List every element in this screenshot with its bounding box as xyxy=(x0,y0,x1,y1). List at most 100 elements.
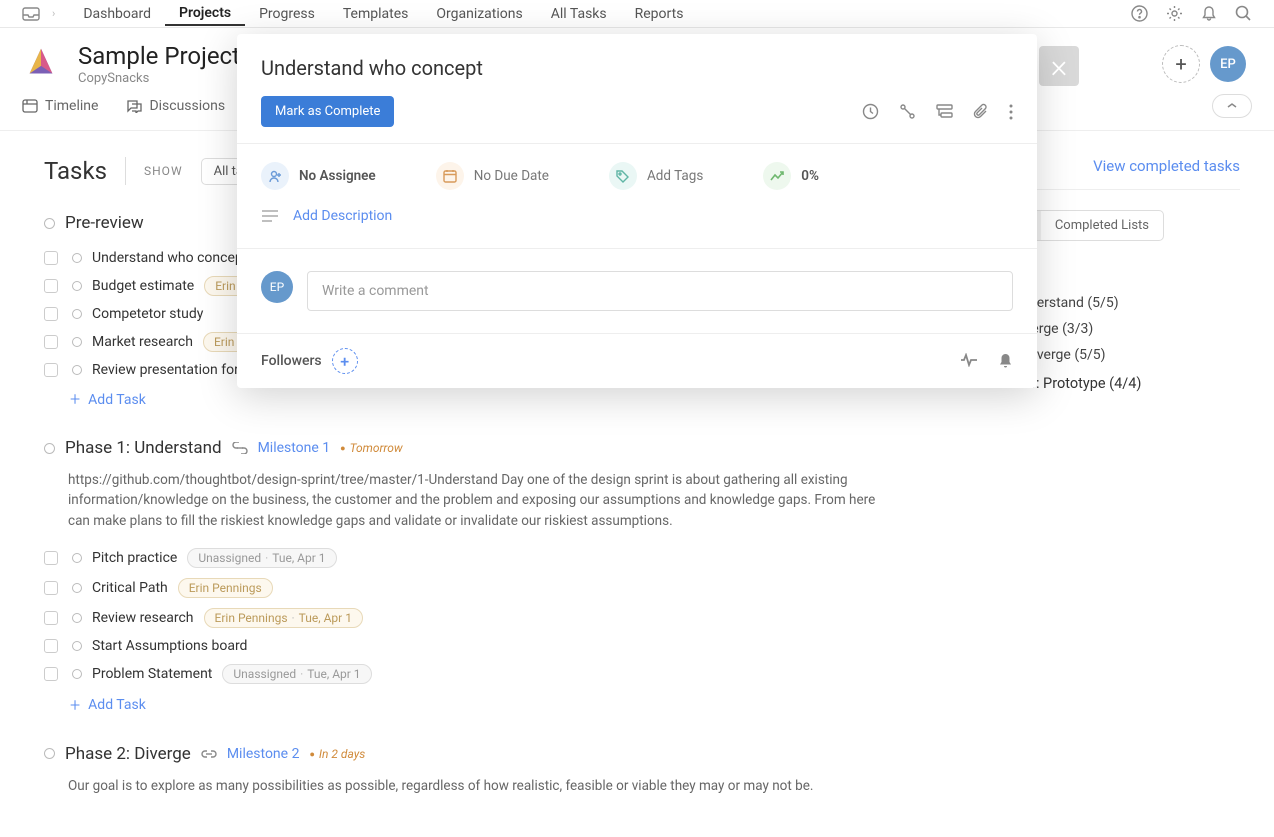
mark-complete-button[interactable]: Mark as Complete xyxy=(261,96,394,127)
progress-value: 0% xyxy=(801,168,819,184)
project-org: CopySnacks xyxy=(78,71,240,86)
add-task-button[interactable]: +Add Task xyxy=(70,389,954,410)
show-label: SHOW xyxy=(144,164,183,178)
nav-projects[interactable]: Projects xyxy=(165,1,245,26)
task-status-dot xyxy=(72,553,82,563)
section-status-dot xyxy=(44,218,55,229)
section-title[interactable]: Phase 2: Diverge xyxy=(65,744,191,764)
add-member-button[interactable]: + xyxy=(1162,45,1200,83)
more-icon[interactable] xyxy=(1009,104,1013,120)
task-status-dot xyxy=(72,641,82,651)
chevron-right-icon: › xyxy=(52,7,55,20)
add-description-link[interactable]: Add Description xyxy=(293,208,392,224)
task-checkbox[interactable] xyxy=(44,667,58,681)
task-title: Pitch practice xyxy=(92,550,177,566)
assignee-value: No Assignee xyxy=(299,168,376,184)
task-checkbox[interactable] xyxy=(44,551,58,565)
bell-icon[interactable] xyxy=(998,353,1013,369)
add-follower-button[interactable]: + xyxy=(332,348,358,374)
tab-timeline[interactable]: Timeline xyxy=(22,98,98,114)
task-checkbox[interactable] xyxy=(44,611,58,625)
task-row[interactable]: Start Assumptions board xyxy=(44,633,954,659)
task-status-dot xyxy=(72,337,82,347)
task-checkbox[interactable] xyxy=(44,363,58,377)
task-title: Market research xyxy=(92,334,193,350)
nav-reports[interactable]: Reports xyxy=(621,2,698,26)
nav-organizations[interactable]: Organizations xyxy=(422,2,536,26)
task-detail-modal: × Understand who concept Mark as Complet… xyxy=(237,34,1037,388)
task-checkbox[interactable] xyxy=(44,251,58,265)
subtask-icon[interactable] xyxy=(936,104,953,119)
task-row[interactable]: Problem Statement Unassigned·Tue, Apr 1 xyxy=(44,659,954,689)
task-row[interactable]: Review researchErin Pennings·Tue, Apr 1 xyxy=(44,603,954,633)
task-title: Problem Statement xyxy=(92,666,212,682)
inbox-icon[interactable] xyxy=(22,7,40,21)
task-checkbox[interactable] xyxy=(44,279,58,293)
task-row[interactable]: Critical PathErin Pennings xyxy=(44,573,954,603)
followers-label: Followers xyxy=(261,353,322,369)
due-date-field[interactable]: No Due Date xyxy=(436,162,549,190)
task-checkbox[interactable] xyxy=(44,335,58,349)
timeline-icon xyxy=(22,99,38,113)
assignee-chip[interactable]: Erin Pennings xyxy=(178,578,273,598)
task-checkbox[interactable] xyxy=(44,639,58,653)
tasks-heading: Tasks xyxy=(44,157,107,185)
due-badge: In 2 days xyxy=(309,747,365,761)
nav-templates[interactable]: Templates xyxy=(329,2,423,26)
nav-dashboard[interactable]: Dashboard xyxy=(69,2,165,26)
section-title[interactable]: Phase 1: Understand xyxy=(65,438,222,458)
section-status-dot xyxy=(44,748,55,759)
task-row[interactable]: Pitch practice Unassigned·Tue, Apr 1 xyxy=(44,543,954,573)
tab-discussions-label: Discussions xyxy=(149,98,225,114)
assignee-chip[interactable]: Unassigned·Tue, Apr 1 xyxy=(222,664,371,684)
add-task-button[interactable]: +Add Task xyxy=(70,695,954,716)
attachment-icon[interactable] xyxy=(973,103,989,120)
assignee-field[interactable]: No Assignee xyxy=(261,162,376,190)
milestone-link[interactable]: Milestone 2 xyxy=(227,746,300,762)
user-avatar[interactable]: EP xyxy=(1210,46,1246,82)
task-title: Start Assumptions board xyxy=(92,638,247,654)
task-checkbox[interactable] xyxy=(44,581,58,595)
task-status-dot xyxy=(72,669,82,679)
task-title: Understand who concept xyxy=(92,250,247,266)
clock-icon[interactable] xyxy=(862,103,879,120)
list-tab-completed[interactable]: Completed Lists xyxy=(1041,211,1163,240)
project-logo xyxy=(22,45,60,83)
chat-icon xyxy=(126,99,142,113)
bell-icon[interactable] xyxy=(1201,5,1217,22)
description-icon xyxy=(261,209,279,223)
comment-input[interactable]: Write a comment xyxy=(307,271,1013,311)
task-checkbox[interactable] xyxy=(44,307,58,321)
task-title: Budget estimate xyxy=(92,278,194,294)
trend-icon xyxy=(763,162,791,190)
section-phase-1: Phase 1: Understand Milestone 1 Tomorrow… xyxy=(44,438,954,716)
tags-field[interactable]: Add Tags xyxy=(609,162,703,190)
close-button[interactable]: × xyxy=(1045,52,1073,80)
add-task-label: Add Task xyxy=(88,697,146,713)
tab-discussions[interactable]: Discussions xyxy=(126,98,225,114)
nav-progress[interactable]: Progress xyxy=(245,2,329,26)
dependency-icon[interactable] xyxy=(899,103,916,120)
section-phase-2: Phase 2: Diverge Milestone 2 In 2 days O… xyxy=(44,744,954,796)
settings-icon[interactable] xyxy=(1166,5,1183,22)
calendar-icon xyxy=(436,162,464,190)
task-status-dot xyxy=(72,309,82,319)
project-title: Sample Project xyxy=(78,42,240,70)
section-description: Our goal is to explore as many possibili… xyxy=(68,776,888,796)
section-status-dot xyxy=(44,443,55,454)
link-icon[interactable] xyxy=(232,442,248,454)
link-icon[interactable] xyxy=(201,748,217,760)
nav-all-tasks[interactable]: All Tasks xyxy=(537,2,621,26)
collapse-button[interactable] xyxy=(1212,94,1252,118)
assignee-chip[interactable]: Erin Pennings·Tue, Apr 1 xyxy=(204,608,363,628)
activity-icon[interactable] xyxy=(960,353,978,369)
tab-timeline-label: Timeline xyxy=(45,98,98,114)
task-status-dot xyxy=(72,583,82,593)
help-icon[interactable] xyxy=(1131,5,1148,22)
progress-field[interactable]: 0% xyxy=(763,162,819,190)
milestone-link[interactable]: Milestone 1 xyxy=(258,440,331,456)
task-status-dot xyxy=(72,281,82,291)
search-icon[interactable] xyxy=(1235,5,1252,22)
assignee-chip[interactable]: Unassigned·Tue, Apr 1 xyxy=(187,548,336,568)
section-title[interactable]: Pre-review xyxy=(65,213,144,233)
